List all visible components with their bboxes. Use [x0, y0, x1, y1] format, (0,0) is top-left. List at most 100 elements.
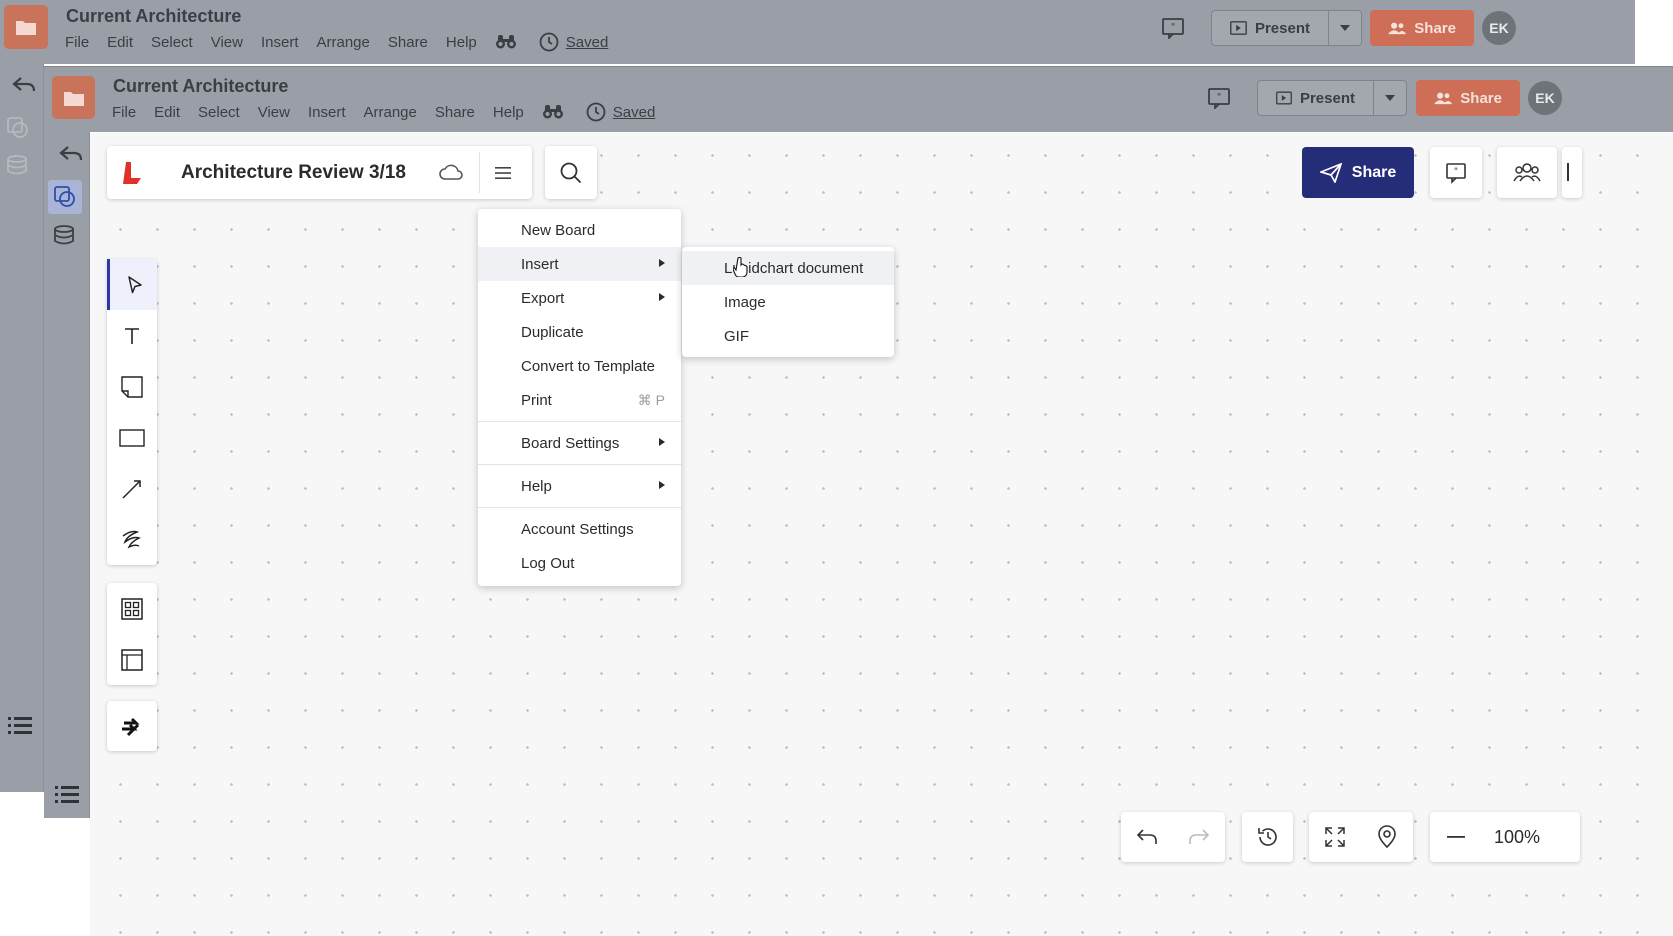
zoom-controls: 100%	[1430, 812, 1580, 862]
outer-present-button[interactable]: Present	[1211, 10, 1362, 46]
board-share-label: Share	[1351, 163, 1397, 181]
outer-menu-view[interactable]: View	[211, 34, 243, 51]
back-arrow-icon[interactable]	[59, 145, 83, 163]
submenu-item-lucidchart-document[interactable]: Lucidchart document	[682, 251, 894, 285]
outer-saved-status[interactable]: Saved	[539, 32, 608, 52]
shapes-icon[interactable]	[48, 180, 82, 214]
outer-menu-insert[interactable]: Insert	[261, 34, 299, 51]
outer-avatar[interactable]: EK	[1482, 11, 1516, 45]
outer-menu-share[interactable]: Share	[388, 34, 428, 51]
inner-avatar[interactable]: EK	[1528, 81, 1562, 115]
data-icon[interactable]	[6, 154, 30, 178]
undo-button[interactable]	[1121, 812, 1173, 862]
inner-menu-insert[interactable]: Insert	[308, 104, 346, 121]
inner-menu-file[interactable]: File	[112, 104, 136, 121]
menu-item-print[interactable]: Print ⌘ P	[478, 383, 681, 417]
submenu-item-gif[interactable]: GIF	[682, 319, 894, 353]
inner-menu-view[interactable]: View	[258, 104, 290, 121]
divider	[479, 152, 480, 193]
pen-tool[interactable]	[107, 514, 157, 565]
menu-divider	[478, 507, 681, 508]
list-icon[interactable]	[55, 785, 79, 805]
menu-item-duplicate[interactable]: Duplicate	[478, 315, 681, 349]
cloud-saved-icon[interactable]	[439, 163, 463, 181]
inner-menu-select[interactable]: Select	[198, 104, 240, 121]
shapes-icon[interactable]	[6, 116, 30, 140]
collaborators-button[interactable]	[1497, 147, 1557, 198]
menu-item-board-settings[interactable]: Board Settings	[478, 426, 681, 460]
board-share-button[interactable]: Share	[1302, 147, 1414, 198]
menu-item-label: Insert	[521, 255, 559, 273]
fit-to-screen-button[interactable]	[1309, 812, 1361, 862]
zoom-out-button[interactable]	[1430, 812, 1482, 862]
menu-item-log-out[interactable]: Log Out	[478, 546, 681, 580]
frame-tool[interactable]	[107, 634, 157, 685]
inner-menu-help[interactable]: Help	[493, 104, 524, 121]
clock-icon	[539, 32, 559, 52]
inner-menu-edit[interactable]: Edit	[154, 104, 180, 121]
sticky-note-tool[interactable]	[107, 361, 157, 412]
history-icon	[1242, 812, 1293, 862]
zoom-level[interactable]: 100%	[1482, 827, 1540, 848]
outer-menu-help[interactable]: Help	[446, 34, 477, 51]
inner-saved-status[interactable]: Saved	[586, 102, 655, 122]
data-icon[interactable]	[53, 224, 77, 248]
hamburger-menu-icon[interactable]	[494, 165, 512, 181]
menu-item-new-board[interactable]: New Board	[478, 213, 681, 247]
rectangle-icon	[119, 428, 145, 447]
outer-menu-file[interactable]: File	[65, 34, 89, 51]
menu-item-convert-to-template[interactable]: Convert to Template	[478, 349, 681, 383]
outer-menu-edit[interactable]: Edit	[107, 34, 133, 51]
menu-item-label: Help	[521, 477, 552, 495]
menu-item-help[interactable]: Help	[478, 469, 681, 503]
present-icon	[1230, 21, 1247, 35]
frame-icon	[121, 648, 143, 671]
folder-icon[interactable]	[4, 5, 48, 49]
folder-icon[interactable]	[52, 76, 95, 119]
binoculars-icon[interactable]	[542, 104, 564, 120]
submenu-item-image[interactable]: Image	[682, 285, 894, 319]
integrations-tool[interactable]	[107, 701, 157, 751]
inner-menu-share[interactable]: Share	[435, 104, 475, 121]
text-tool[interactable]	[107, 310, 157, 361]
comment-icon[interactable]: "	[1207, 87, 1231, 109]
minus-icon	[1447, 836, 1465, 838]
templates-tool[interactable]	[107, 583, 157, 634]
select-tool[interactable]	[107, 259, 157, 310]
inner-document-title[interactable]: Current Architecture	[113, 76, 288, 97]
board-title[interactable]: Architecture Review 3/18	[181, 162, 406, 184]
redo-button[interactable]	[1173, 812, 1225, 862]
outer-menu-select[interactable]: Select	[151, 34, 193, 51]
main-menu: New Board Insert Export Duplicate Conver…	[478, 209, 681, 586]
chevron-down-icon[interactable]	[1374, 81, 1406, 115]
comments-button[interactable]: "	[1430, 147, 1482, 198]
inner-share-button[interactable]: Share	[1416, 80, 1520, 116]
outer-share-label: Share	[1414, 19, 1456, 37]
chevron-down-icon[interactable]	[1329, 11, 1361, 45]
outer-present-label: Present	[1254, 19, 1310, 37]
line-arrow-icon	[122, 479, 141, 499]
inner-present-button[interactable]: Present	[1257, 80, 1407, 116]
lucid-logo-icon[interactable]	[123, 162, 143, 184]
comment-icon[interactable]: "	[1161, 17, 1185, 39]
binoculars-icon[interactable]	[495, 34, 517, 50]
rectangle-tool[interactable]	[107, 412, 157, 463]
back-arrow-icon[interactable]	[12, 76, 36, 94]
menu-item-export[interactable]: Export	[478, 281, 681, 315]
outer-document-title[interactable]: Current Architecture	[66, 6, 241, 27]
menu-item-account-settings[interactable]: Account Settings	[478, 512, 681, 546]
toolbar	[107, 259, 157, 565]
extra-panel-button[interactable]	[1562, 147, 1582, 198]
undo-icon	[1136, 829, 1157, 844]
location-button[interactable]	[1361, 812, 1413, 862]
svg-text:": "	[1171, 22, 1176, 33]
menu-item-insert[interactable]: Insert	[478, 247, 681, 281]
outer-share-button[interactable]: Share	[1370, 10, 1474, 46]
background-area	[0, 792, 44, 936]
inner-menu-arrange[interactable]: Arrange	[364, 104, 417, 121]
list-icon[interactable]	[8, 716, 32, 736]
history-button[interactable]	[1242, 812, 1293, 862]
search-button[interactable]	[545, 146, 597, 199]
line-tool[interactable]	[107, 463, 157, 514]
outer-menu-arrange[interactable]: Arrange	[317, 34, 370, 51]
